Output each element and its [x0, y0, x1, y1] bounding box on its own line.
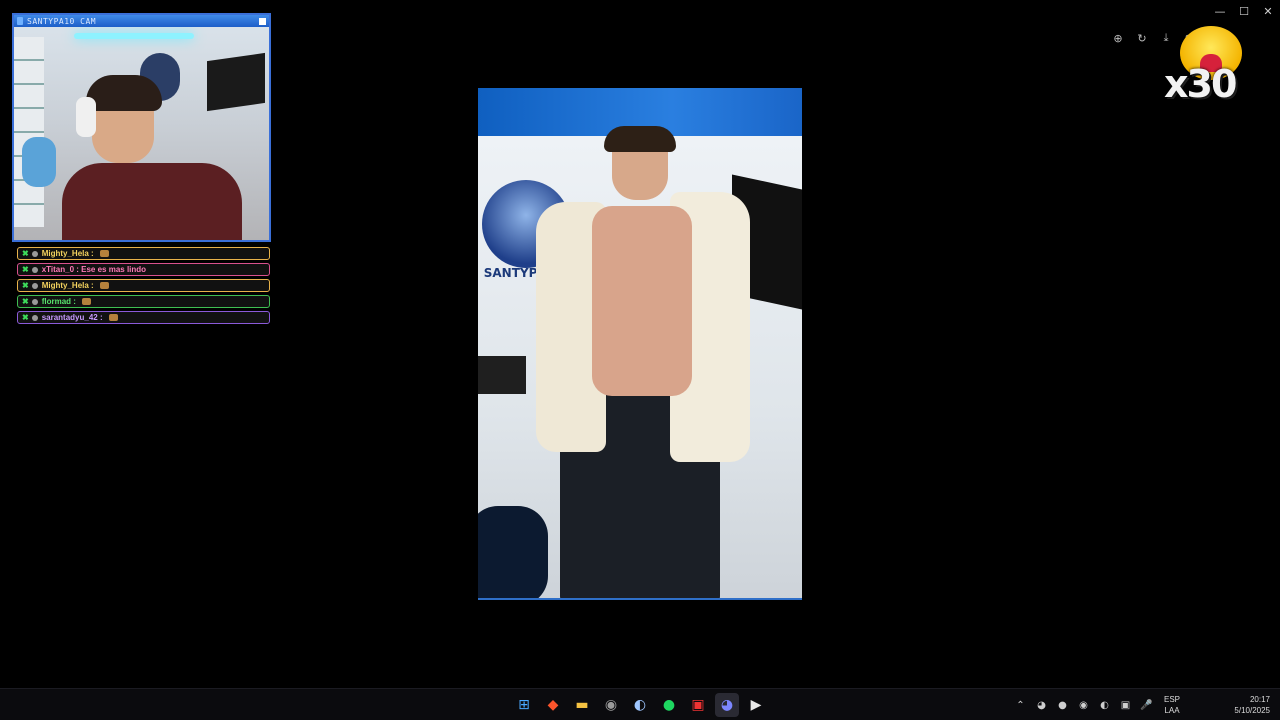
- cam-title: SANTYPA10 CAM: [27, 16, 97, 26]
- neon-light: [74, 33, 194, 39]
- chat-message: ✖ sarantadyu_42 :: [17, 311, 270, 324]
- mod-badge-icon: ✖: [22, 313, 29, 322]
- language-indicator[interactable]: ESP LAA: [1161, 694, 1183, 716]
- chat-username: Mighty_Hela: [41, 249, 89, 258]
- window-controls: — ☐ ✕: [1208, 0, 1280, 22]
- steam-icon[interactable]: ◐: [628, 693, 652, 717]
- app-tray-icon[interactable]: ▣: [1117, 695, 1134, 715]
- emote-icon: [99, 282, 109, 289]
- mod-badge-icon: ✖: [22, 265, 29, 274]
- gaming-chair: [478, 506, 548, 598]
- wall-frame: [478, 356, 526, 394]
- cam-titlebar: SANTYPA10 CAM: [14, 15, 269, 27]
- chat-separator: :: [71, 297, 79, 306]
- multiplier-badge: x30: [1164, 62, 1237, 106]
- microphone-icon[interactable]: 🎤: [1138, 695, 1155, 715]
- image-scene: SANTYPA10: [478, 126, 802, 598]
- cam-square-icon: [259, 17, 266, 25]
- chat-username: sarantadyu_42: [41, 313, 98, 322]
- chat-separator: :: [88, 281, 96, 290]
- language-code: ESP: [1163, 695, 1180, 704]
- streamer: [62, 75, 242, 240]
- spotify-tray-icon[interactable]: ●: [1054, 695, 1071, 715]
- user-badge-icon: [31, 314, 38, 321]
- webcam-overlay: SANTYPA10 CAM: [12, 13, 271, 242]
- discord-tray-icon[interactable]: ◕: [1033, 695, 1050, 715]
- close-window-button[interactable]: ✕: [1256, 0, 1280, 22]
- show-hidden-icons-icon[interactable]: ⌃: [1012, 695, 1029, 715]
- discord-icon[interactable]: ◕: [715, 693, 739, 717]
- brave-icon[interactable]: ◆: [541, 693, 565, 717]
- emote-icon: [150, 266, 159, 273]
- taskbar: ⊞ ◆ ▬ ◉ ◐ ● ▣ ◕ ▶ ⌃ ◕ ● ◉ ◐ ▣ 🎤 ESP LAA 20:17 5/10/202…: [0, 688, 1280, 720]
- chrome-tray-icon[interactable]: ◉: [1075, 695, 1092, 715]
- mod-badge-icon: ✖: [22, 297, 29, 306]
- plush-toy: [22, 137, 56, 187]
- chrome-icon[interactable]: ◉: [599, 693, 623, 717]
- chat-username: Mighty_Hela: [41, 281, 89, 290]
- obs-mixer-icon[interactable]: ▣: [686, 693, 710, 717]
- streamer-body: [62, 163, 242, 240]
- chat-username: flormad: [41, 297, 72, 306]
- cam-app-icon: [17, 17, 23, 25]
- torso: [592, 206, 692, 396]
- chat-overlay: ✖ Mighty_Hela : ✖ xTitan_0 : Ese es mas li…: [17, 247, 270, 327]
- streamer-hair: [86, 75, 162, 111]
- minimize-button[interactable]: —: [1208, 0, 1232, 22]
- user-badge-icon: [31, 250, 38, 257]
- rotate-icon[interactable]: ↻: [1130, 28, 1154, 48]
- chat-message: ✖ xTitan_0 : Ese es mas lindo: [17, 263, 270, 276]
- zoom-in-icon[interactable]: ⊕: [1106, 28, 1130, 48]
- clock[interactable]: 20:17 5/10/2025: [1224, 694, 1270, 716]
- emote-icon: [108, 314, 118, 321]
- system-tray: ⌃ ◕ ● ◉ ◐ ▣ 🎤: [1012, 695, 1155, 715]
- spotify-icon[interactable]: ●: [657, 693, 681, 717]
- user-badge-icon: [31, 298, 38, 305]
- chat-separator: :: [74, 265, 82, 274]
- clock-time: 20:17: [1249, 695, 1270, 704]
- wall-monitor: [207, 52, 265, 112]
- clock-date: 5/10/2025: [1234, 706, 1270, 715]
- chat-text: Ese es mas lindo: [81, 265, 147, 274]
- steam-tray-icon[interactable]: ◐: [1096, 695, 1113, 715]
- chat-separator: :: [97, 313, 105, 322]
- media-player-icon[interactable]: ▶: [744, 693, 768, 717]
- mod-badge-icon: ✖: [22, 281, 29, 290]
- headphones: [76, 97, 96, 137]
- user-badge-icon: [31, 282, 38, 289]
- keyboard-layout: LAA: [1164, 706, 1180, 715]
- shelf: [14, 37, 44, 227]
- chat-message: ✖ Mighty_Hela :: [17, 279, 270, 292]
- taskbar-apps: ⊞ ◆ ▬ ◉ ◐ ● ▣ ◕ ▶: [512, 693, 768, 717]
- user-badge-icon: [31, 266, 38, 273]
- emote-icon: [82, 298, 92, 305]
- chat-message: ✖ flormad :: [17, 295, 270, 308]
- mod-badge-icon: ✖: [22, 249, 29, 258]
- folder-icon[interactable]: ▬: [570, 693, 594, 717]
- webcam-feed: [14, 27, 269, 240]
- hair: [604, 126, 676, 152]
- emote-icon: [99, 250, 109, 257]
- image-viewer: SANTYPA10: [478, 88, 802, 600]
- windows-icon[interactable]: ⊞: [512, 693, 536, 717]
- download-icon[interactable]: ⤓: [1154, 28, 1178, 48]
- chat-username: xTitan_0: [41, 265, 75, 274]
- chat-separator: :: [88, 249, 96, 258]
- person-figure: [534, 126, 764, 598]
- chat-message: ✖ Mighty_Hela :: [17, 247, 270, 260]
- maximize-button[interactable]: ☐: [1232, 0, 1256, 22]
